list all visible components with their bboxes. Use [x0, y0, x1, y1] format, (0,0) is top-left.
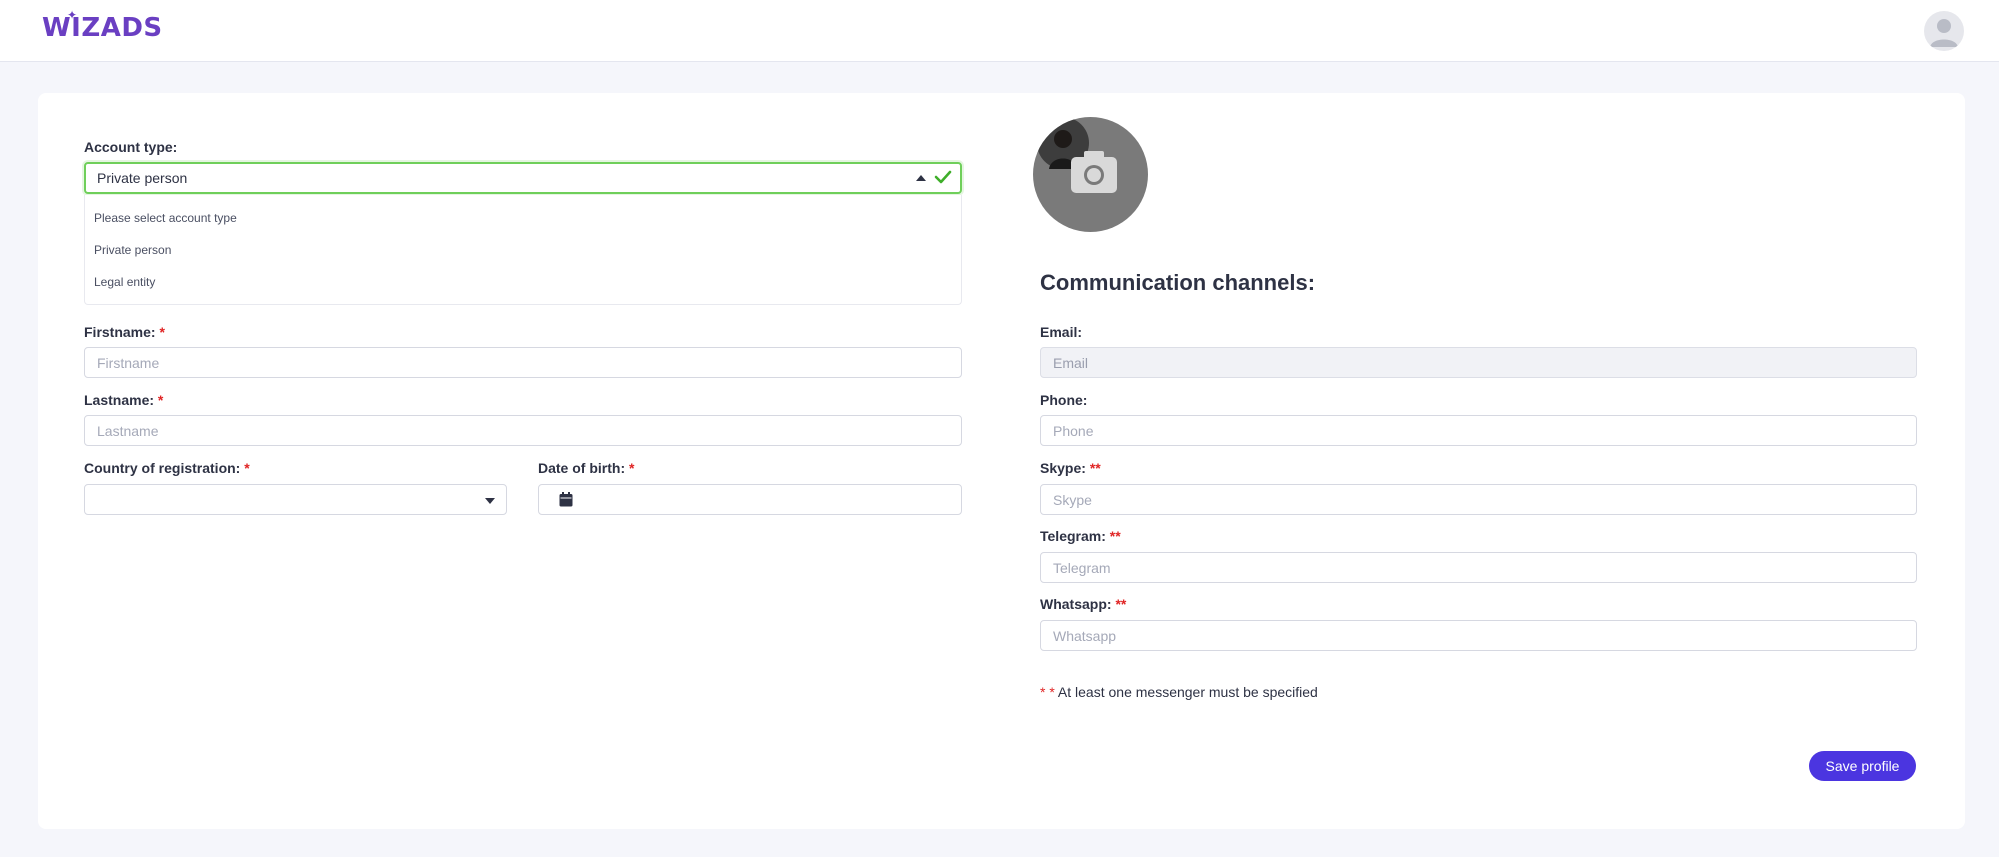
telegram-input[interactable]: [1040, 552, 1917, 583]
messenger-note: * * At least one messenger must be speci…: [1040, 684, 1318, 700]
save-profile-button[interactable]: Save profile: [1809, 751, 1916, 781]
email-input: [1040, 347, 1917, 378]
check-icon: [934, 170, 952, 184]
dob-input[interactable]: [538, 484, 962, 515]
option-legal-entity[interactable]: Legal entity: [94, 275, 155, 289]
lastname-label: Lastname: *: [84, 392, 164, 408]
note-text: At least one messenger must be specified: [1057, 684, 1318, 700]
calendar-icon: [559, 492, 573, 507]
camera-icon: [1069, 155, 1113, 193]
logo[interactable]: WIZADS ✦: [42, 6, 163, 50]
logo-text: WIZADS: [42, 13, 163, 43]
phone-input[interactable]: [1040, 415, 1917, 446]
country-label: Country of registration: *: [84, 460, 250, 476]
logo-sparkle-icon: ✦: [67, 8, 78, 22]
telegram-label: Telegram: **: [1040, 528, 1121, 544]
firstname-label: Firstname: *: [84, 324, 165, 340]
skype-label: Skype: **: [1040, 460, 1101, 476]
email-label: Email:: [1040, 324, 1083, 340]
firstname-input[interactable]: [84, 347, 962, 378]
top-bar: WIZADS ✦: [0, 0, 1999, 62]
account-type-value: Private person: [97, 170, 188, 186]
option-please-select[interactable]: Please select account type: [94, 211, 237, 225]
country-select[interactable]: [84, 484, 507, 515]
chevron-down-icon: [485, 498, 495, 504]
dob-label: Date of birth: *: [538, 460, 635, 476]
account-type-dropdown: Please select account type Private perso…: [84, 195, 962, 305]
whatsapp-input[interactable]: [1040, 620, 1917, 651]
communication-channels-title: Communication channels:: [1040, 270, 1316, 295]
account-type-label: Account type:: [84, 139, 178, 155]
profile-photo-upload[interactable]: [1033, 117, 1148, 232]
account-type-select[interactable]: Private person: [84, 162, 962, 194]
user-avatar-icon[interactable]: [1924, 11, 1964, 51]
skype-input[interactable]: [1040, 484, 1917, 515]
phone-label: Phone:: [1040, 392, 1088, 408]
note-marker: * *: [1040, 684, 1055, 700]
whatsapp-label: Whatsapp: **: [1040, 596, 1127, 612]
caret-up-icon: [916, 175, 926, 181]
option-private-person[interactable]: Private person: [94, 243, 171, 257]
lastname-input[interactable]: [84, 415, 962, 446]
